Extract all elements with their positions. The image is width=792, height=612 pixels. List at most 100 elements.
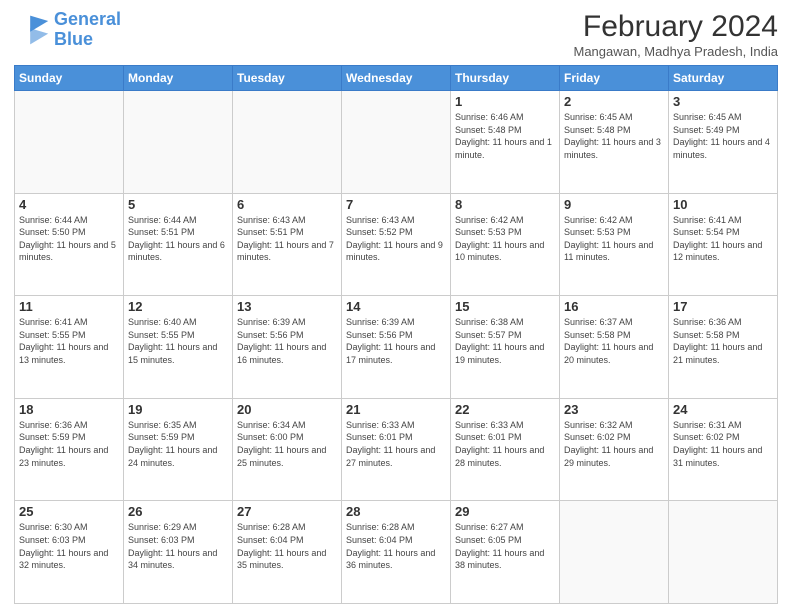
calendar-cell	[124, 91, 233, 194]
day-info: Sunrise: 6:27 AM Sunset: 6:05 PM Dayligh…	[455, 521, 555, 571]
day-info: Sunrise: 6:34 AM Sunset: 6:00 PM Dayligh…	[237, 419, 337, 469]
day-number: 22	[455, 402, 555, 417]
col-wednesday: Wednesday	[342, 66, 451, 91]
day-info: Sunrise: 6:42 AM Sunset: 5:53 PM Dayligh…	[564, 214, 664, 264]
calendar-cell: 3 Sunrise: 6:45 AM Sunset: 5:49 PM Daylig…	[669, 91, 778, 194]
day-info: Sunrise: 6:31 AM Sunset: 6:02 PM Dayligh…	[673, 419, 773, 469]
calendar-cell: 2 Sunrise: 6:45 AM Sunset: 5:48 PM Daylig…	[560, 91, 669, 194]
calendar-cell: 23 Sunrise: 6:32 AM Sunset: 6:02 PM Dayli…	[560, 398, 669, 501]
location: Mangawan, Madhya Pradesh, India	[573, 44, 778, 59]
day-number: 29	[455, 504, 555, 519]
calendar-week-0: 1 Sunrise: 6:46 AM Sunset: 5:48 PM Daylig…	[15, 91, 778, 194]
col-tuesday: Tuesday	[233, 66, 342, 91]
calendar-cell: 14 Sunrise: 6:39 AM Sunset: 5:56 PM Dayli…	[342, 296, 451, 399]
calendar-cell: 5 Sunrise: 6:44 AM Sunset: 5:51 PM Daylig…	[124, 193, 233, 296]
day-info: Sunrise: 6:44 AM Sunset: 5:50 PM Dayligh…	[19, 214, 119, 264]
calendar-cell: 26 Sunrise: 6:29 AM Sunset: 6:03 PM Dayli…	[124, 501, 233, 604]
day-info: Sunrise: 6:39 AM Sunset: 5:56 PM Dayligh…	[346, 316, 446, 366]
day-info: Sunrise: 6:37 AM Sunset: 5:58 PM Dayligh…	[564, 316, 664, 366]
day-number: 9	[564, 197, 664, 212]
day-info: Sunrise: 6:41 AM Sunset: 5:55 PM Dayligh…	[19, 316, 119, 366]
day-info: Sunrise: 6:38 AM Sunset: 5:57 PM Dayligh…	[455, 316, 555, 366]
day-info: Sunrise: 6:35 AM Sunset: 5:59 PM Dayligh…	[128, 419, 228, 469]
calendar-table: Sunday Monday Tuesday Wednesday Thursday…	[14, 65, 778, 604]
day-info: Sunrise: 6:44 AM Sunset: 5:51 PM Dayligh…	[128, 214, 228, 264]
calendar-week-1: 4Sunrise: 6:44 AM Sunset: 5:50 PM Daylig…	[15, 193, 778, 296]
day-number: 6	[237, 197, 337, 212]
col-friday: Friday	[560, 66, 669, 91]
calendar-cell: 9 Sunrise: 6:42 AM Sunset: 5:53 PM Daylig…	[560, 193, 669, 296]
day-info: Sunrise: 6:32 AM Sunset: 6:02 PM Dayligh…	[564, 419, 664, 469]
day-info: Sunrise: 6:40 AM Sunset: 5:55 PM Dayligh…	[128, 316, 228, 366]
logo-icon	[14, 12, 50, 48]
day-info: Sunrise: 6:45 AM Sunset: 5:49 PM Dayligh…	[673, 111, 773, 161]
calendar-cell: 4Sunrise: 6:44 AM Sunset: 5:50 PM Daylig…	[15, 193, 124, 296]
logo-general: General	[54, 9, 121, 29]
day-info: Sunrise: 6:36 AM Sunset: 5:59 PM Dayligh…	[19, 419, 119, 469]
calendar-week-2: 11 Sunrise: 6:41 AM Sunset: 5:55 PM Dayli…	[15, 296, 778, 399]
day-number: 25	[19, 504, 119, 519]
calendar-cell: 28 Sunrise: 6:28 AM Sunset: 6:04 PM Dayli…	[342, 501, 451, 604]
day-number: 28	[346, 504, 446, 519]
col-thursday: Thursday	[451, 66, 560, 91]
day-number: 11	[19, 299, 119, 314]
calendar-cell: 25Sunrise: 6:30 AM Sunset: 6:03 PM Dayli…	[15, 501, 124, 604]
day-info: Sunrise: 6:28 AM Sunset: 6:04 PM Dayligh…	[346, 521, 446, 571]
col-sunday: Sunday	[15, 66, 124, 91]
day-info: Sunrise: 6:46 AM Sunset: 5:48 PM Dayligh…	[455, 111, 555, 161]
calendar-cell: 8Sunrise: 6:42 AM Sunset: 5:53 PM Daylig…	[451, 193, 560, 296]
col-monday: Monday	[124, 66, 233, 91]
day-number: 24	[673, 402, 773, 417]
day-number: 20	[237, 402, 337, 417]
day-info: Sunrise: 6:45 AM Sunset: 5:48 PM Dayligh…	[564, 111, 664, 161]
logo: General Blue	[14, 10, 121, 50]
calendar-cell: 11 Sunrise: 6:41 AM Sunset: 5:55 PM Dayli…	[15, 296, 124, 399]
calendar-cell: 27 Sunrise: 6:28 AM Sunset: 6:04 PM Dayli…	[233, 501, 342, 604]
day-info: Sunrise: 6:41 AM Sunset: 5:54 PM Dayligh…	[673, 214, 773, 264]
day-number: 26	[128, 504, 228, 519]
day-info: Sunrise: 6:43 AM Sunset: 5:52 PM Dayligh…	[346, 214, 446, 264]
day-number: 17	[673, 299, 773, 314]
calendar-cell: 29 Sunrise: 6:27 AM Sunset: 6:05 PM Dayli…	[451, 501, 560, 604]
calendar-cell: 20 Sunrise: 6:34 AM Sunset: 6:00 PM Dayli…	[233, 398, 342, 501]
day-number: 8	[455, 197, 555, 212]
month-title: February 2024	[573, 10, 778, 44]
calendar-cell: 18 Sunrise: 6:36 AM Sunset: 5:59 PM Dayli…	[15, 398, 124, 501]
logo-blue: Blue	[54, 30, 121, 50]
calendar-header-row: Sunday Monday Tuesday Wednesday Thursday…	[15, 66, 778, 91]
day-info: Sunrise: 6:43 AM Sunset: 5:51 PM Dayligh…	[237, 214, 337, 264]
calendar-cell	[669, 501, 778, 604]
day-number: 27	[237, 504, 337, 519]
header: General Blue February 2024 Mangawan, Mad…	[14, 10, 778, 59]
day-info: Sunrise: 6:33 AM Sunset: 6:01 PM Dayligh…	[346, 419, 446, 469]
day-number: 3	[673, 94, 773, 109]
calendar-cell: 1 Sunrise: 6:46 AM Sunset: 5:48 PM Daylig…	[451, 91, 560, 194]
day-number: 18	[19, 402, 119, 417]
day-number: 19	[128, 402, 228, 417]
day-number: 10	[673, 197, 773, 212]
calendar-cell: 22 Sunrise: 6:33 AM Sunset: 6:01 PM Dayli…	[451, 398, 560, 501]
calendar-cell: 7 Sunrise: 6:43 AM Sunset: 5:52 PM Daylig…	[342, 193, 451, 296]
calendar-cell	[233, 91, 342, 194]
day-info: Sunrise: 6:29 AM Sunset: 6:03 PM Dayligh…	[128, 521, 228, 571]
day-number: 14	[346, 299, 446, 314]
calendar-cell: 6 Sunrise: 6:43 AM Sunset: 5:51 PM Daylig…	[233, 193, 342, 296]
page: General Blue February 2024 Mangawan, Mad…	[0, 0, 792, 612]
day-number: 2	[564, 94, 664, 109]
day-info: Sunrise: 6:33 AM Sunset: 6:01 PM Dayligh…	[455, 419, 555, 469]
day-number: 1	[455, 94, 555, 109]
day-number: 12	[128, 299, 228, 314]
day-number: 5	[128, 197, 228, 212]
day-number: 23	[564, 402, 664, 417]
calendar-cell: 13Sunrise: 6:39 AM Sunset: 5:56 PM Dayli…	[233, 296, 342, 399]
calendar-week-4: 25Sunrise: 6:30 AM Sunset: 6:03 PM Dayli…	[15, 501, 778, 604]
day-number: 15	[455, 299, 555, 314]
calendar-cell	[560, 501, 669, 604]
day-number: 13	[237, 299, 337, 314]
col-saturday: Saturday	[669, 66, 778, 91]
day-info: Sunrise: 6:28 AM Sunset: 6:04 PM Dayligh…	[237, 521, 337, 571]
calendar-cell: 16Sunrise: 6:37 AM Sunset: 5:58 PM Dayli…	[560, 296, 669, 399]
day-number: 7	[346, 197, 446, 212]
calendar-cell: 21Sunrise: 6:33 AM Sunset: 6:01 PM Dayli…	[342, 398, 451, 501]
calendar-cell: 10 Sunrise: 6:41 AM Sunset: 5:54 PM Dayli…	[669, 193, 778, 296]
